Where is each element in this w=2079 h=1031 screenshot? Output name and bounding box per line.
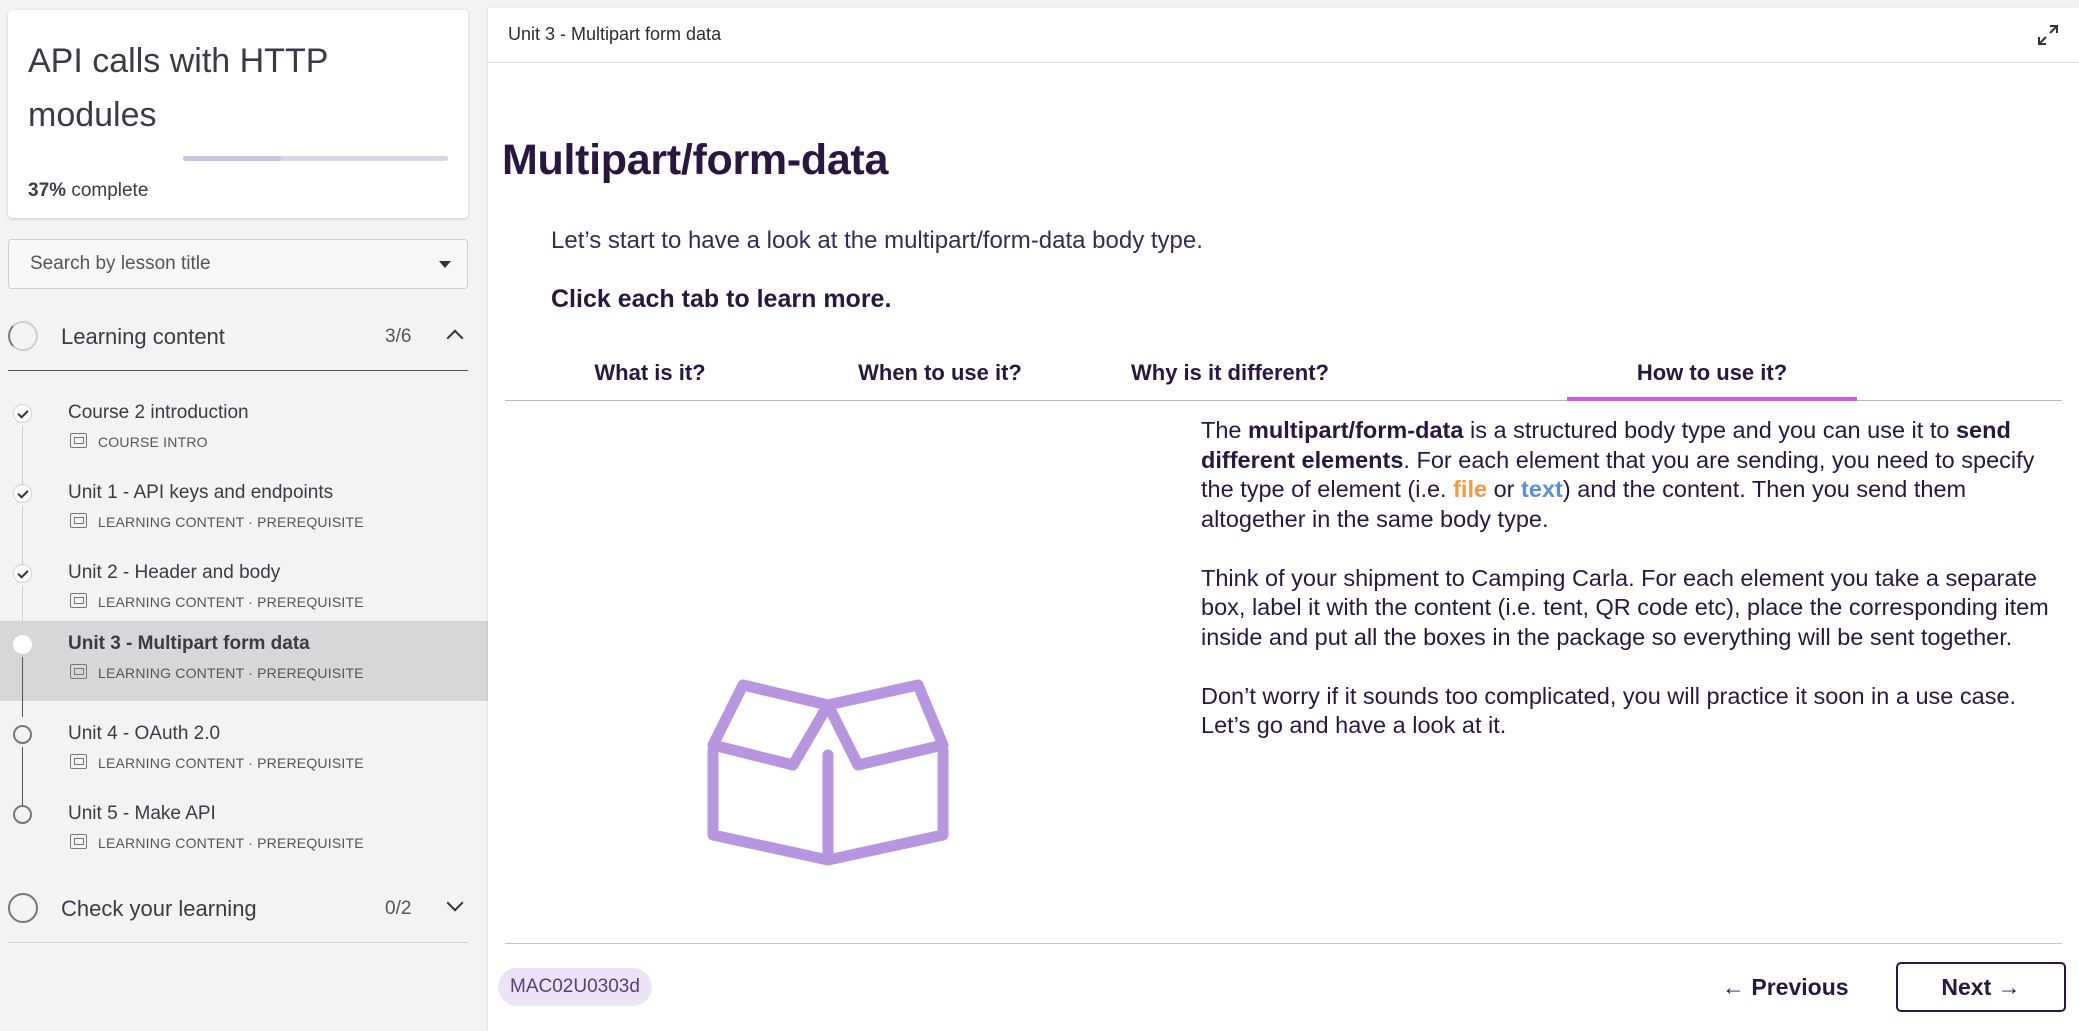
tab-why-is-it-different[interactable]: Why is it different? — [1085, 345, 1375, 401]
content-paragraph: Don’t worry if it sounds too complicated… — [1201, 682, 2017, 739]
lesson-meta-text: LEARNING CONTENT · PREREQUISITE — [98, 514, 364, 530]
open-box-icon — [707, 679, 949, 866]
slides-icon — [70, 513, 87, 528]
text-keyword: text — [1521, 476, 1563, 502]
section-count: 0/2 — [385, 898, 412, 919]
not-started-circle-icon — [13, 805, 32, 824]
progress-text: 37% complete — [28, 180, 148, 202]
slides-icon — [70, 664, 87, 679]
lesson-meta-text: LEARNING CONTENT · PREREQUISITE — [98, 594, 364, 610]
lesson-meta-text: LEARNING CONTENT · PREREQUISITE — [98, 665, 364, 681]
term-highlight: multipart/form-data — [1248, 417, 1464, 443]
completed-check-icon — [13, 484, 32, 503]
lesson-item-unit-3[interactable]: Unit 3 - Multipart form data LEARNING CO… — [0, 621, 488, 717]
search-placeholder: Search by lesson title — [30, 253, 211, 274]
lesson-item-course-intro[interactable]: Course 2 introduction COURSE INTRO — [0, 390, 488, 486]
lesson-item-unit-5[interactable]: Unit 5 - Make API LEARNING CONTENT · PRE… — [0, 791, 488, 871]
lesson-item-unit-1[interactable]: Unit 1 - API keys and endpoints LEARNING… — [0, 470, 488, 566]
completed-check-icon — [13, 564, 32, 583]
caret-down-icon — [439, 261, 451, 268]
tab-content: The multipart/form-data is a structured … — [1201, 416, 2061, 770]
content-paragraph: Think of your shipment to Camping Carla.… — [1201, 564, 2049, 650]
timeline-connector — [22, 657, 23, 717]
lesson-title: Unit 2 - Header and body — [68, 562, 281, 583]
course-title: API calls with HTTP modules — [28, 42, 328, 134]
lesson-title: Unit 1 - API keys and endpoints — [68, 482, 334, 503]
progress-suffix: complete — [71, 180, 149, 201]
not-started-circle-icon — [13, 725, 32, 744]
intro-text: Let’s start to have a look at the multip… — [551, 227, 1203, 254]
lesson-item-unit-4[interactable]: Unit 4 - OAuth 2.0 LEARNING CONTENT · PR… — [0, 711, 488, 807]
tab-when-to-use-it[interactable]: When to use it? — [795, 345, 1085, 401]
text-run: is a structured body type and you can us… — [1463, 417, 1956, 443]
lesson-meta-text: COURSE INTRO — [98, 434, 208, 450]
chevron-down-icon[interactable] — [446, 894, 464, 912]
slides-icon — [70, 593, 87, 608]
section-progress-ring-icon — [8, 893, 38, 923]
file-keyword: file — [1453, 476, 1488, 502]
course-card: API calls with HTTP modules 37% complete — [8, 10, 468, 218]
text-run: The — [1201, 417, 1249, 443]
completed-check-icon — [13, 404, 32, 423]
divider — [8, 942, 468, 943]
section-label: Check your learning — [61, 896, 257, 921]
page-title: Multipart/form-data — [502, 136, 889, 184]
app-root: API calls with HTTP modules 37% complete… — [0, 0, 2079, 1031]
divider — [505, 943, 2062, 944]
lesson-search-select[interactable]: Search by lesson title — [8, 239, 468, 289]
progress-bar — [183, 156, 448, 161]
lesson-panel: Unit 3 - Multipart form data Multipart/f… — [488, 8, 2079, 1031]
sidebar: API calls with HTTP modules 37% complete… — [0, 0, 488, 1031]
slides-icon — [70, 754, 87, 769]
breadcrumb: Unit 3 - Multipart form data — [508, 24, 722, 44]
lesson-item-unit-2[interactable]: Unit 2 - Header and body LEARNING CONTEN… — [0, 550, 488, 646]
chevron-up-icon[interactable] — [446, 329, 464, 347]
divider — [8, 370, 468, 371]
lesson-title: Unit 3 - Multipart form data — [68, 633, 310, 654]
lesson-title: Unit 5 - Make API — [68, 803, 216, 824]
section-label: Learning content — [61, 324, 225, 349]
progress-percent: 37% — [28, 180, 67, 201]
section-learning-content[interactable]: Learning content 3/6 — [8, 306, 468, 366]
text-run: or — [1487, 476, 1522, 502]
lesson-title: Unit 4 - OAuth 2.0 — [68, 723, 221, 744]
tab-how-to-use-it[interactable]: How to use it? — [1567, 345, 1857, 401]
section-progress-ring-icon — [8, 321, 38, 351]
lesson-topbar: Unit 3 - Multipart form data — [488, 8, 2079, 63]
previous-button[interactable]: ← Previous — [1708, 962, 1863, 1012]
expand-fullscreen-icon[interactable] — [2037, 24, 2059, 46]
current-lesson-dot-icon — [13, 635, 32, 654]
progress-bar-fill — [183, 156, 282, 161]
lesson-code-badge: MAC02U0303d — [498, 968, 652, 1006]
tab-bar: What is it? When to use it? Why is it di… — [505, 345, 2062, 401]
next-button[interactable]: Next → — [1896, 962, 2066, 1012]
tab-what-is-it[interactable]: What is it? — [505, 345, 795, 401]
lesson-meta-text: LEARNING CONTENT · PREREQUISITE — [98, 835, 364, 851]
section-count: 3/6 — [385, 326, 412, 347]
lesson-title: Course 2 introduction — [68, 402, 249, 423]
lesson-meta-text: LEARNING CONTENT · PREREQUISITE — [98, 755, 364, 771]
section-check-your-learning[interactable]: Check your learning 0/2 — [8, 878, 468, 938]
document-icon — [70, 433, 87, 448]
slides-icon — [70, 834, 87, 849]
content-paragraph: The multipart/form-data is a structured … — [1201, 416, 2061, 534]
tab-instruction: Click each tab to learn more. — [551, 285, 892, 313]
